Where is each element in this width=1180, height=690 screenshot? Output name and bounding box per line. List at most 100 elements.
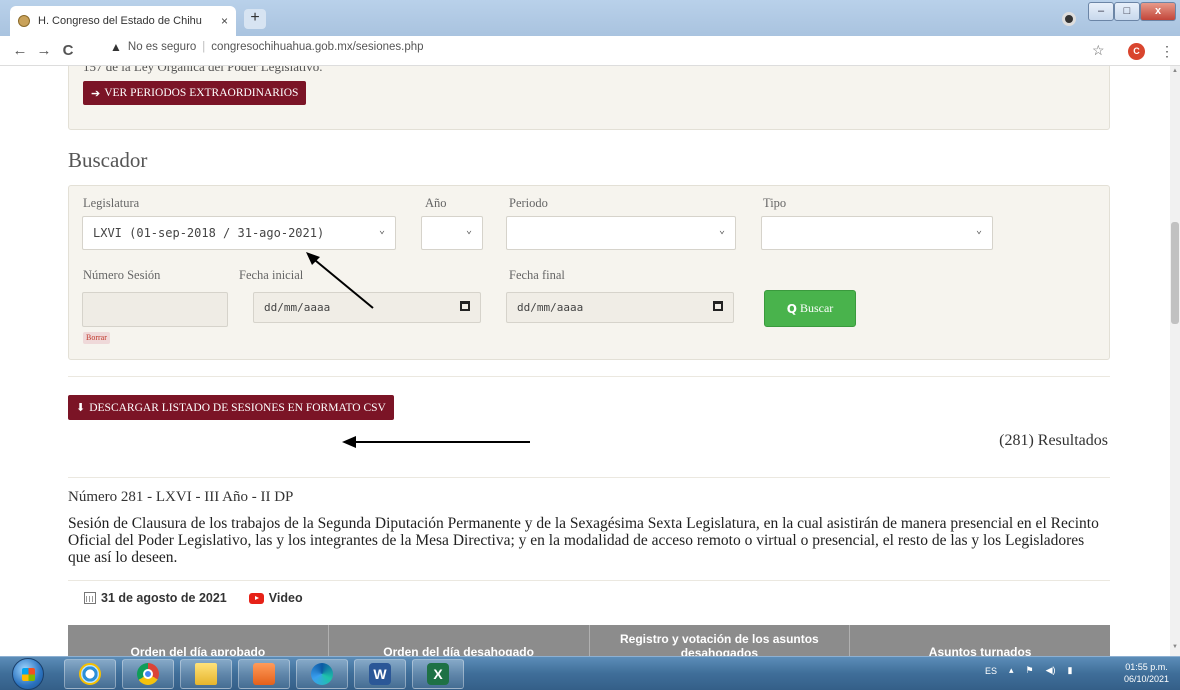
law-reference-text: 157 de la Ley Orgánica del Poder Legisla… [83, 66, 323, 74]
periodo-label: Periodo [509, 196, 548, 210]
maximize-button[interactable]: □ [1114, 2, 1140, 21]
screen: H. Congreso del Estado de Chihu × + – □ … [0, 0, 1180, 690]
clock-time: 01:55 p.m. [1125, 662, 1168, 672]
media-player-icon [253, 663, 275, 685]
session-title: Número 281 - LXVI - III Año - II DP [68, 489, 294, 505]
taskbar-chrome[interactable] [122, 659, 174, 689]
security-warning: No es seguro [127, 41, 197, 53]
clock-date: 06/10/2021 [1124, 674, 1170, 684]
taskbar-explorer[interactable] [180, 659, 232, 689]
windows-taskbar: W X ES ▴ ⚑ ◀) ▮ 01:55 p.m. 06/10/2021 [0, 656, 1180, 690]
chevron-down-icon: ⌄ [465, 225, 472, 236]
anio-select[interactable]: ⌄ [421, 216, 483, 250]
volume-icon[interactable]: ◀) [1046, 665, 1056, 676]
action-center-icon[interactable]: ⚑ [1026, 665, 1034, 676]
url-text[interactable]: congresochihuahua.gob.mx/sesiones.php [211, 41, 423, 53]
session-description: Sesión de Clausura de los trabajos de la… [68, 515, 1099, 566]
buscar-button[interactable]: Q Buscar [764, 290, 856, 327]
fecha-final-label: Fecha final [509, 268, 565, 282]
session-table-header: Orden del día aprobado Orden del día des… [68, 625, 1110, 656]
system-tray: ES ▴ ⚑ ◀) ▮ [985, 665, 1085, 676]
scrollbar-thumb[interactable] [1171, 222, 1179, 324]
annotation-arrow-legislatura [306, 252, 374, 309]
search-icon: Q [786, 301, 797, 316]
edge-icon [311, 663, 333, 685]
header-orden-aprobado: Orden del día aprobado [68, 625, 329, 656]
borrar-button[interactable]: Borrar [83, 332, 110, 344]
omnibox-separator: | [202, 41, 206, 53]
folder-icon [195, 663, 217, 685]
divider [68, 376, 1110, 377]
fecha-final-input[interactable]: dd/mm/aaaa [506, 292, 734, 323]
ver-periodos-label: VER PERIODOS EXTRAORDINARIOS [104, 87, 299, 99]
divider [68, 477, 1110, 478]
site-favicon-icon [18, 15, 30, 27]
taskbar-media[interactable] [238, 659, 290, 689]
page-scrollbar[interactable]: ▲ ▼ [1170, 66, 1180, 656]
word-icon: W [369, 663, 391, 685]
chevron-down-icon: ⌄ [378, 225, 385, 236]
results-count: (281) Resultados [999, 432, 1108, 449]
calendar-icon[interactable] [713, 301, 723, 311]
page-viewport: 157 de la Ley Orgánica del Poder Legisla… [0, 66, 1170, 656]
chevron-down-icon: ⌄ [975, 225, 982, 236]
minimize-button[interactable]: – [1088, 2, 1114, 21]
annotation-arrow-csv [342, 436, 530, 448]
descargar-csv-button[interactable]: ⬇ DESCARGAR LISTADO DE SESIONES EN FORMA… [68, 395, 394, 420]
numero-sesion-label: Número Sesión [83, 268, 161, 282]
ver-periodos-extraordinarios-button[interactable]: ➔ VER PERIODOS EXTRAORDINARIOS [83, 81, 307, 105]
chrome-icon [137, 663, 159, 685]
taskbar-word[interactable]: W [354, 659, 406, 689]
show-hidden-icons-icon[interactable]: ▴ [1009, 665, 1014, 676]
internet-explorer-icon [79, 663, 101, 685]
descargar-csv-label: DESCARGAR LISTADO DE SESIONES EN FORMATO… [89, 401, 386, 414]
buscar-label: Buscar [799, 301, 834, 315]
search-form: Legislatura LXVI (01-sep-2018 / 31-ago-2… [68, 185, 1110, 360]
taskbar-edge[interactable] [296, 659, 348, 689]
periodo-select[interactable]: ⌄ [506, 216, 736, 250]
browser-menu-icon[interactable]: ⋮ [1160, 43, 1174, 60]
tab-title: H. Congreso del Estado de Chihu [38, 15, 202, 27]
browser-titlebar: H. Congreso del Estado de Chihu × + – □ … [0, 0, 1180, 36]
new-tab-button[interactable]: + [244, 9, 266, 29]
omnibox[interactable]: ▲ No es seguro | congresochihuahua.gob.m… [110, 40, 424, 54]
forward-arrow-icon[interactable]: → [32, 42, 56, 59]
network-icon[interactable]: ▮ [1068, 665, 1073, 676]
video-link[interactable]: Video [269, 591, 303, 605]
close-window-button[interactable]: x [1140, 2, 1176, 21]
language-indicator[interactable]: ES [985, 666, 997, 676]
session-date: 31 de agosto de 2021 [101, 591, 227, 605]
tab-close-icon[interactable]: × [221, 14, 228, 28]
divider [68, 580, 1110, 581]
taskbar-excel[interactable]: X [412, 659, 464, 689]
scroll-down-icon[interactable]: ▼ [1171, 644, 1179, 650]
extraordinary-periods-box: 157 de la Ley Orgánica del Poder Legisla… [68, 66, 1110, 130]
header-orden-desahogado: Orden del día desahogado [329, 625, 590, 656]
start-button[interactable] [12, 658, 44, 690]
legislatura-selected-value: LXVI (01-sep-2018 / 31-ago-2021) [93, 226, 325, 240]
buscador-title: Buscador [68, 148, 148, 172]
tipo-label: Tipo [763, 196, 787, 210]
download-icon: ⬇ [76, 402, 86, 414]
profile-avatar[interactable]: C [1128, 43, 1145, 60]
youtube-icon[interactable] [248, 592, 264, 604]
arrow-right-icon: ➔ [91, 87, 101, 100]
reload-icon[interactable]: C [56, 42, 80, 59]
tipo-select[interactable]: ⌄ [761, 216, 993, 250]
header-asuntos-turnados: Asuntos turnados [928, 645, 1032, 656]
fecha-final-placeholder: dd/mm/aaaa [517, 301, 584, 314]
taskbar-ie[interactable] [64, 659, 116, 689]
clock[interactable]: 01:55 p.m. 06/10/2021 [1124, 661, 1169, 685]
bookmark-star-icon[interactable]: ☆ [1092, 42, 1105, 59]
browser-tab[interactable]: H. Congreso del Estado de Chihu × [10, 6, 236, 36]
header-registro-votacion: Registro y votación de los asuntos desah… [590, 625, 851, 656]
record-icon[interactable] [1062, 12, 1076, 26]
numero-sesion-input[interactable] [82, 292, 228, 327]
scroll-up-icon[interactable]: ▲ [1171, 68, 1179, 74]
excel-icon: X [427, 663, 449, 685]
legislatura-select[interactable]: LXVI (01-sep-2018 / 31-ago-2021) ⌄ [82, 216, 396, 250]
back-arrow-icon[interactable]: ← [8, 42, 32, 59]
chevron-down-icon: ⌄ [718, 225, 725, 236]
calendar-icon[interactable] [460, 301, 470, 311]
legislatura-label: Legislatura [83, 196, 140, 210]
